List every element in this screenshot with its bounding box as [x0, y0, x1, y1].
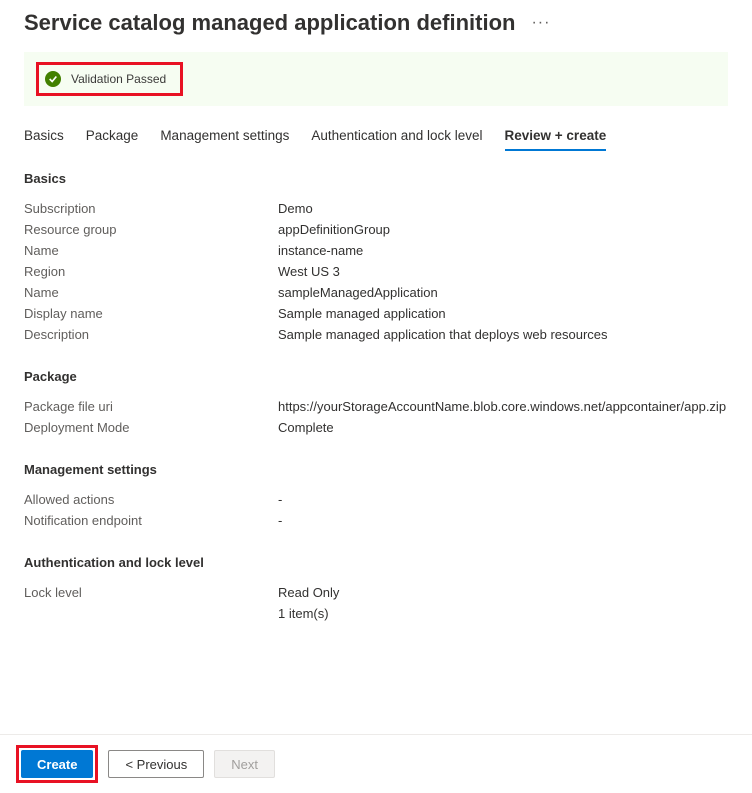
validation-message: Validation Passed — [71, 72, 166, 86]
kv-row: Nameinstance-name — [24, 240, 728, 261]
kv-val: - — [278, 492, 728, 507]
more-icon[interactable]: ··· — [531, 14, 550, 32]
kv-key: Name — [24, 285, 278, 300]
kv-val: Sample managed application that deploys … — [278, 327, 728, 342]
create-button[interactable]: Create — [21, 750, 93, 778]
tab-basics[interactable]: Basics — [24, 128, 64, 151]
kv-val: appDefinitionGroup — [278, 222, 728, 237]
previous-button[interactable]: < Previous — [108, 750, 204, 778]
kv-row: 1 item(s) — [24, 603, 728, 624]
kv-key: Name — [24, 243, 278, 258]
kv-row: RegionWest US 3 — [24, 261, 728, 282]
kv-val: Sample managed application — [278, 306, 728, 321]
kv-key: Package file uri — [24, 399, 278, 414]
kv-row: DescriptionSample managed application th… — [24, 324, 728, 345]
kv-val: - — [278, 513, 728, 528]
kv-val: Demo — [278, 201, 728, 216]
kv-row: Display nameSample managed application — [24, 303, 728, 324]
kv-row: Notification endpoint- — [24, 510, 728, 531]
kv-val: instance-name — [278, 243, 728, 258]
kv-row: Lock levelRead Only — [24, 582, 728, 603]
kv-row: Allowed actions- — [24, 489, 728, 510]
tab-review-create[interactable]: Review + create — [505, 128, 607, 151]
section-title-package: Package — [24, 369, 728, 384]
validation-highlight: Validation Passed — [36, 62, 183, 96]
kv-key: Display name — [24, 306, 278, 321]
kv-key: Resource group — [24, 222, 278, 237]
kv-key: Lock level — [24, 585, 278, 600]
page-title: Service catalog managed application defi… — [24, 10, 515, 36]
tabs: Basics Package Management settings Authe… — [0, 118, 752, 151]
tab-package[interactable]: Package — [86, 128, 139, 151]
kv-row: SubscriptionDemo — [24, 198, 728, 219]
kv-row: Resource groupappDefinitionGroup — [24, 219, 728, 240]
create-button-highlight: Create — [16, 745, 98, 783]
section-title-auth: Authentication and lock level — [24, 555, 728, 570]
kv-key: Allowed actions — [24, 492, 278, 507]
check-circle-icon — [45, 71, 61, 87]
tab-authentication[interactable]: Authentication and lock level — [311, 128, 482, 151]
kv-row: Deployment ModeComplete — [24, 417, 728, 438]
kv-key: Subscription — [24, 201, 278, 216]
kv-val: West US 3 — [278, 264, 728, 279]
kv-key: Deployment Mode — [24, 420, 278, 435]
kv-key — [24, 606, 278, 621]
kv-row: Package file urihttps://yourStorageAccou… — [24, 396, 728, 417]
section-management: Management settings Allowed actions- Not… — [24, 462, 728, 531]
section-title-management: Management settings — [24, 462, 728, 477]
section-package: Package Package file urihttps://yourStor… — [24, 369, 728, 438]
kv-val: Read Only — [278, 585, 728, 600]
next-button[interactable]: Next — [214, 750, 275, 778]
kv-val: https://yourStorageAccountName.blob.core… — [278, 399, 728, 414]
section-title-basics: Basics — [24, 171, 728, 186]
validation-banner: Validation Passed — [24, 52, 728, 106]
kv-key: Region — [24, 264, 278, 279]
tab-management-settings[interactable]: Management settings — [160, 128, 289, 151]
kv-val: Complete — [278, 420, 728, 435]
kv-key: Description — [24, 327, 278, 342]
kv-row: NamesampleManagedApplication — [24, 282, 728, 303]
section-auth: Authentication and lock level Lock level… — [24, 555, 728, 624]
kv-val: sampleManagedApplication — [278, 285, 728, 300]
page-header: Service catalog managed application defi… — [0, 0, 752, 44]
kv-val: 1 item(s) — [278, 606, 728, 621]
kv-key: Notification endpoint — [24, 513, 278, 528]
section-basics: Basics SubscriptionDemo Resource groupap… — [24, 171, 728, 345]
content: Basics SubscriptionDemo Resource groupap… — [0, 151, 752, 728]
footer: Create < Previous Next — [0, 734, 752, 793]
